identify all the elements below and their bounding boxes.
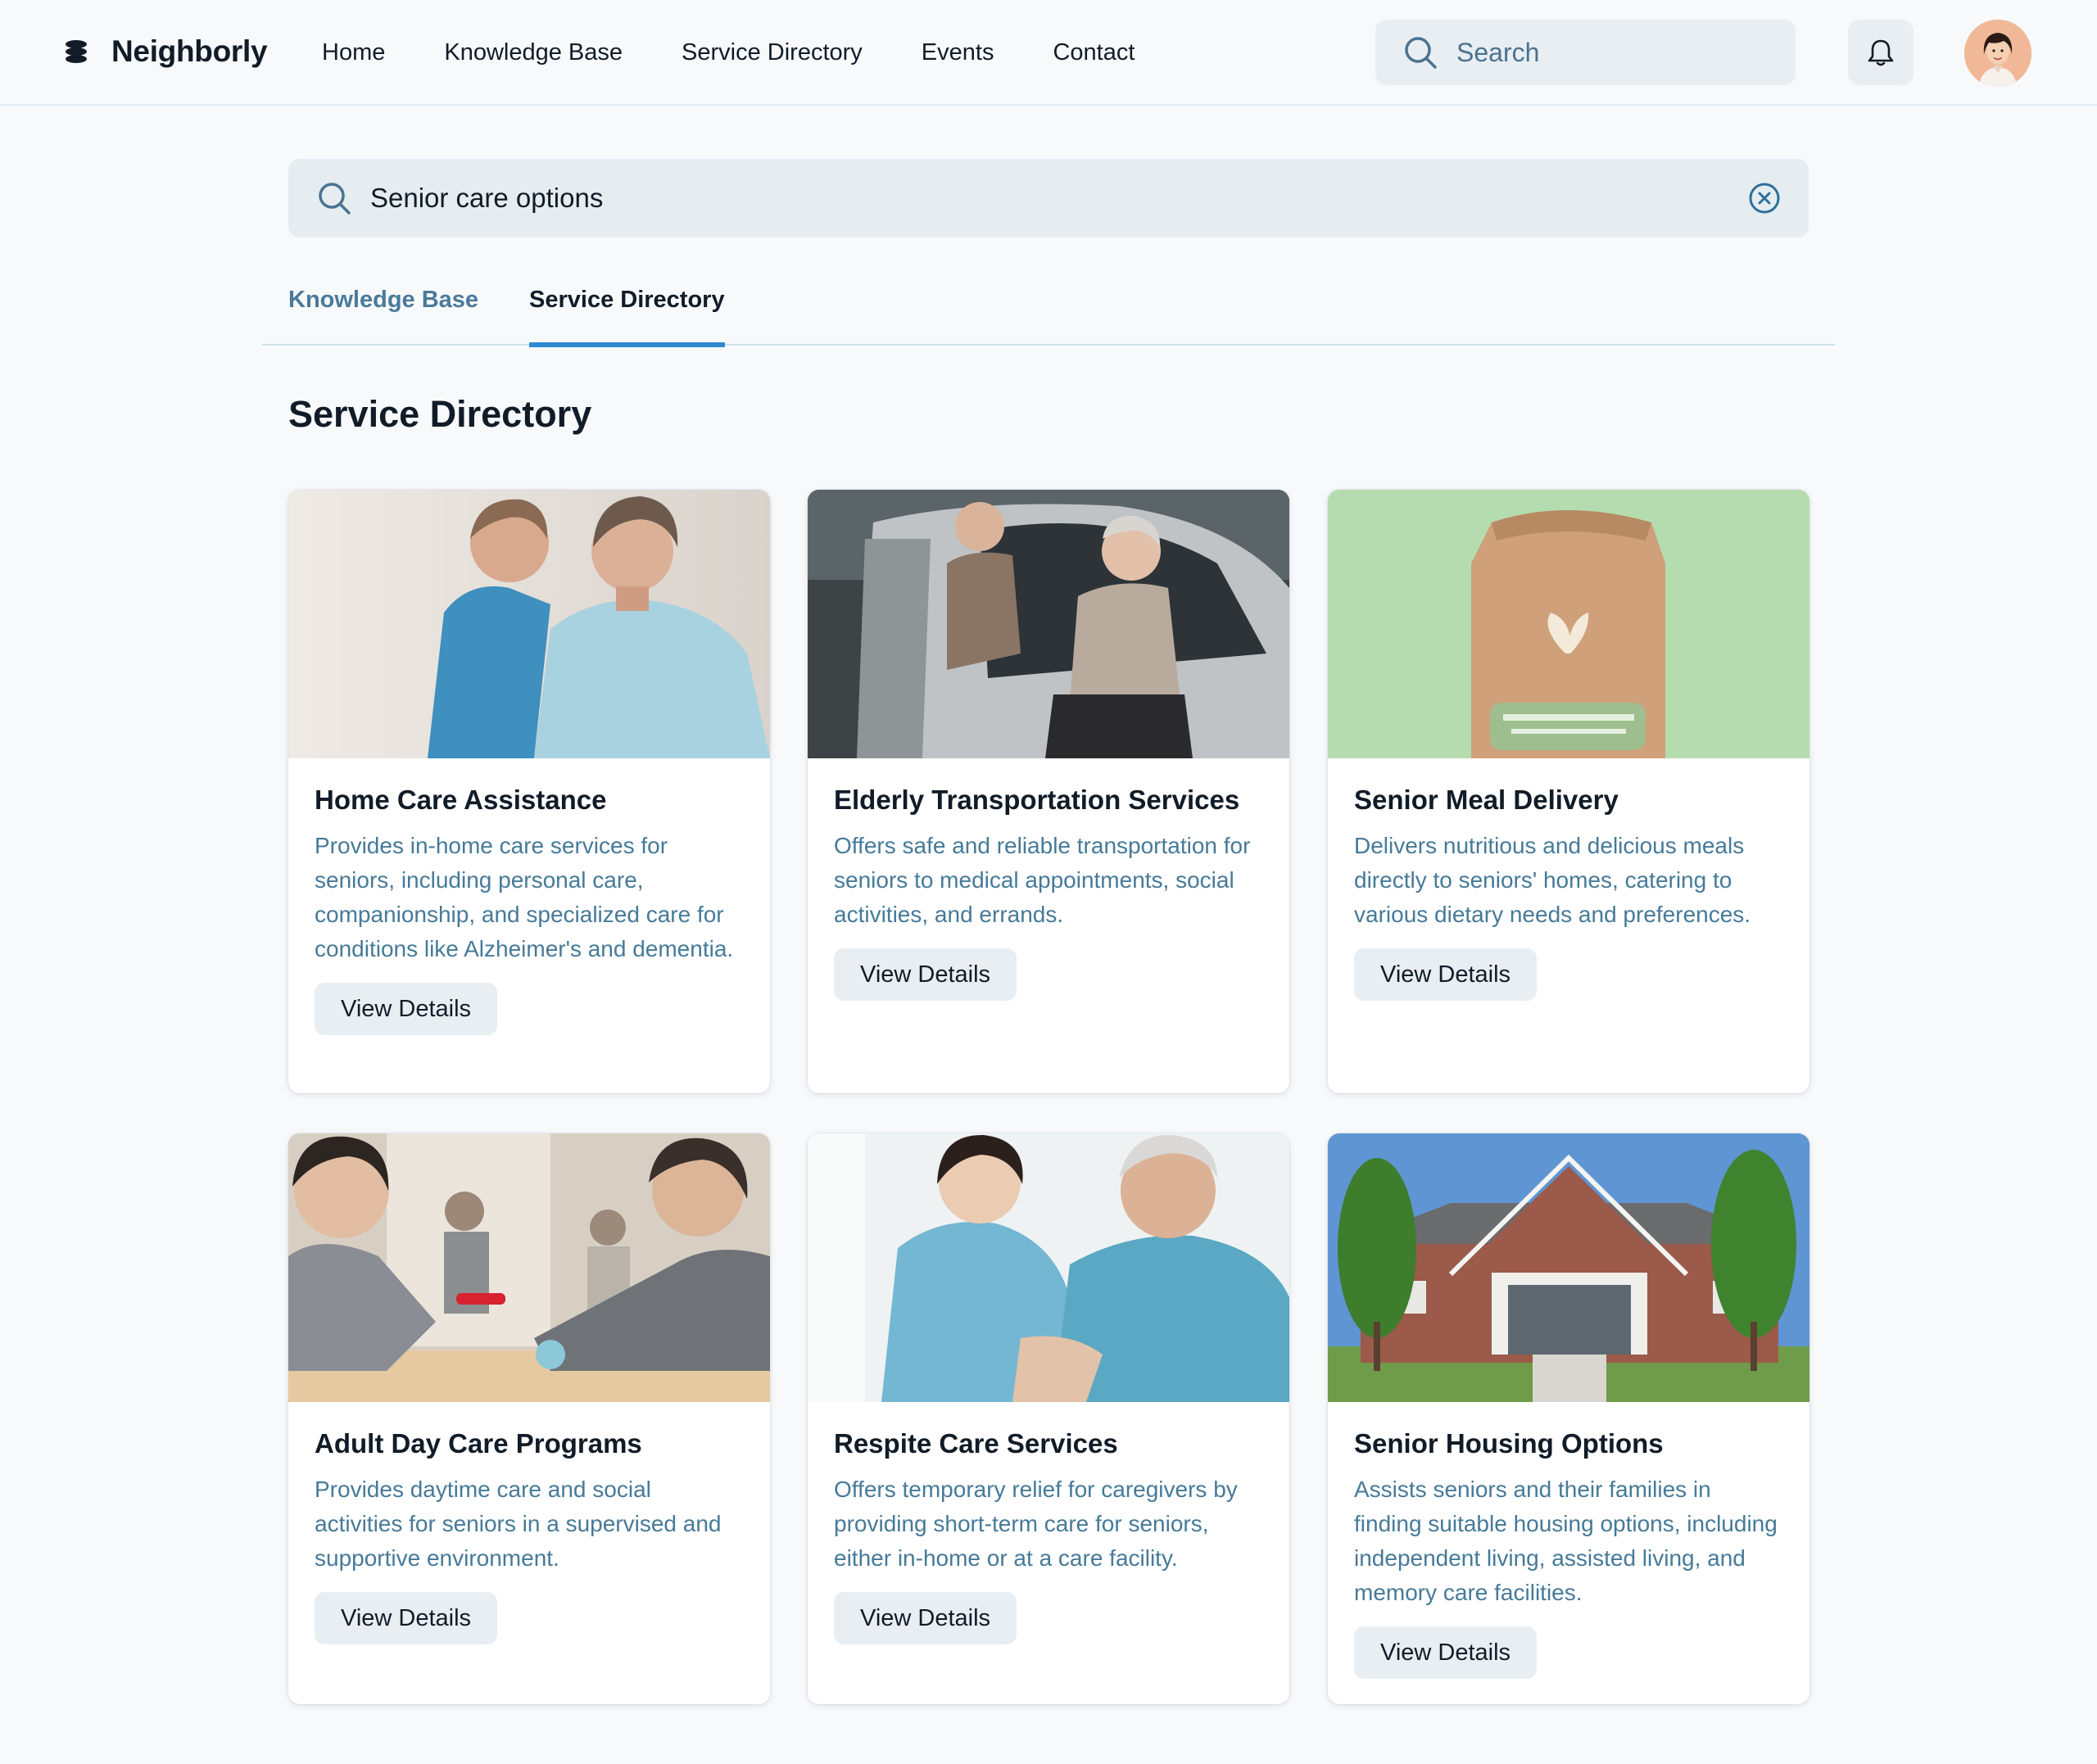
tab-knowledge-base[interactable]: Knowledge Base [288,283,478,346]
view-details-button[interactable]: View Details [834,1592,1017,1644]
service-card: Adult Day Care Programs Provides daytime… [288,1133,770,1704]
card-description: Offers safe and reliable transportation … [834,833,1251,927]
search-icon [319,183,351,215]
header-search-input[interactable] [1456,37,1751,68]
user-avatar-image [1964,20,2031,87]
service-card: Home Care Assistance Provides in-home ca… [288,490,770,1093]
nav-knowledge-base[interactable]: Knowledge Base [444,36,623,69]
card-description: Offers temporary relief for caregivers b… [834,1477,1238,1571]
main-nav: Home Knowledge Base Service Directory Ev… [322,36,1193,69]
service-card: Senior Housing Options Assists seniors a… [1328,1133,1809,1704]
photo-seniors-activity-table [288,1133,770,1402]
notifications-button[interactable] [1848,20,1914,85]
card-description: Provides in-home care services for senio… [315,833,734,961]
card-description: Assists seniors and their families in fi… [1354,1477,1778,1605]
nav-events[interactable]: Events [922,36,994,69]
service-card: Respite Care Services Offers temporary r… [808,1133,1289,1704]
header-search[interactable] [1375,20,1796,85]
nav-contact[interactable]: Contact [1053,36,1135,69]
card-title: Senior Meal Delivery [1354,785,1619,815]
card-title: Home Care Assistance [315,785,607,815]
photo-brick-senior-residence [1328,1133,1809,1402]
nav-service-directory[interactable]: Service Directory [682,36,863,69]
service-card: Senior Meal Delivery Delivers nutritious… [1328,490,1809,1093]
user-avatar[interactable] [1964,20,2031,87]
clear-circle-x-icon[interactable] [1748,182,1781,215]
stack-logo-icon [66,40,87,63]
photo-caregiver-with-senior-woman [288,490,770,758]
results-tabs: Knowledge Base Service Directory [262,272,1835,347]
main-search-field[interactable]: Senior care options [288,159,1809,237]
view-details-button[interactable]: View Details [315,983,498,1035]
photo-senior-helped-into-car [808,490,1289,758]
view-details-button[interactable]: View Details [1354,1626,1538,1679]
active-tab-indicator [529,342,725,347]
card-title: Senior Housing Options [1354,1428,1664,1459]
view-details-button[interactable]: View Details [315,1592,498,1644]
photo-nurse-with-senior-man [808,1133,1289,1402]
photo-paper-meal-bag [1328,490,1809,758]
bell-icon [1868,39,1894,66]
top-navigation-bar: Neighborly Home Knowledge Base Service D… [0,0,2097,106]
nav-home[interactable]: Home [322,36,385,69]
section-title: Service Directory [288,393,592,435]
brand-name: Neighborly [111,34,268,68]
main-search-value[interactable]: Senior care options [370,183,603,214]
card-title: Respite Care Services [834,1428,1118,1459]
view-details-button[interactable]: View Details [834,948,1017,1001]
brand[interactable]: Neighborly [64,31,268,72]
view-details-button[interactable]: View Details [1354,948,1538,1001]
card-description: Provides daytime care and social activit… [315,1477,722,1571]
tab-service-directory[interactable]: Service Directory [529,283,725,347]
card-title: Adult Day Care Programs [315,1428,642,1459]
tab-label: Knowledge Base [288,287,479,313]
search-icon [1405,37,1437,69]
service-card: Elderly Transportation Services Offers s… [808,490,1289,1093]
card-title: Elderly Transportation Services [834,785,1240,815]
tab-label: Service Directory [529,287,725,313]
card-description: Delivers nutritious and delicious meals … [1354,833,1751,927]
